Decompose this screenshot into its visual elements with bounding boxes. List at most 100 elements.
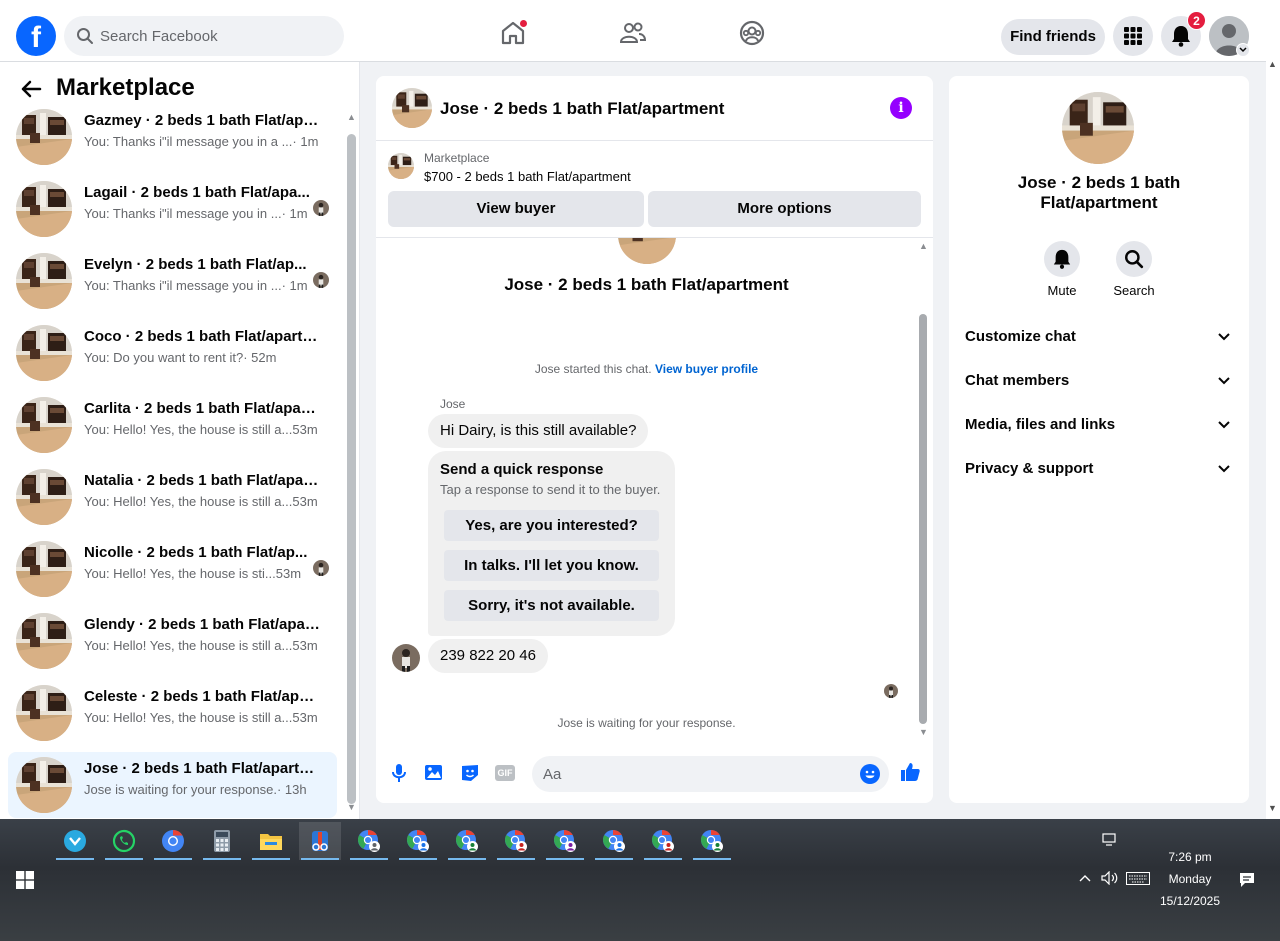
info-icon[interactable]: i — [890, 97, 912, 119]
conversation-item[interactable]: Gazmey · 2 beds 1 bath Flat/apa... You: T… — [8, 104, 337, 170]
page-scroll-down-arrow[interactable]: ▼ — [1268, 803, 1277, 813]
customize-chat-section[interactable]: Customize chat — [965, 326, 1233, 350]
find-friends-button[interactable]: Find friends — [1001, 19, 1105, 55]
taskbar-app[interactable] — [152, 822, 194, 860]
facebook-logo[interactable]: f — [16, 16, 56, 56]
conversation-list-scrollbar[interactable] — [347, 134, 356, 804]
taskbar-app[interactable] — [691, 822, 733, 860]
chat-members-section[interactable]: Chat members — [965, 370, 1233, 394]
view-buyer-button[interactable]: View buyer — [388, 191, 644, 227]
view-buyer-profile-link[interactable]: View buyer profile — [655, 362, 758, 376]
thread-scroll-up-arrow[interactable]: ▲ — [919, 241, 928, 251]
conversation-time: 53m — [292, 494, 318, 509]
conversation-item[interactable]: Coco · 2 beds 1 bath Flat/apartm... You: … — [8, 320, 337, 386]
privacy-support-section[interactable]: Privacy & support — [965, 458, 1233, 482]
chat-title[interactable]: Jose · 2 beds 1 bath Flat/apartment — [440, 99, 724, 119]
taskbar-app[interactable] — [446, 822, 488, 860]
thread-scrollbar[interactable] — [919, 314, 927, 724]
listing-source-label: Marketplace — [424, 151, 490, 165]
search-input[interactable] — [100, 16, 330, 56]
emoji-icon[interactable] — [860, 764, 880, 784]
conversation-thumbnail — [16, 613, 72, 669]
marketplace-conversations-panel: Marketplace Gazmey · 2 beds 1 bath Flat/… — [0, 62, 360, 819]
conversation-item[interactable]: Glendy · 2 beds 1 bath Flat/apart... You:… — [8, 608, 337, 674]
action-center-icon[interactable] — [1239, 872, 1255, 888]
taskbar-app[interactable] — [54, 822, 96, 860]
bell-icon — [1172, 26, 1190, 47]
details-listing-avatar[interactable] — [1062, 92, 1134, 164]
page-scroll-up-arrow[interactable]: ▲ — [1268, 59, 1277, 69]
conversation-subtitle: You: Thanks i"il message you in ... · 1m — [84, 278, 324, 293]
conversation-item[interactable]: Carlita · 2 beds 1 bath Flat/apart... You… — [8, 392, 337, 458]
conversation-item[interactable]: Nicolle · 2 beds 1 bath Flat/ap... You: H… — [8, 536, 337, 602]
running-indicator — [350, 858, 388, 860]
chevron-up-icon[interactable] — [1079, 874, 1091, 882]
list-scroll-up-arrow[interactable]: ▲ — [347, 112, 356, 122]
page-scrollbar[interactable] — [1266, 0, 1280, 819]
conversation-item[interactable]: Lagail · 2 beds 1 bath Flat/apa... You: T… — [8, 176, 337, 242]
back-arrow-icon[interactable] — [20, 78, 42, 100]
conversation-subtitle: You: Thanks i"il message you in a ... · … — [84, 134, 324, 149]
message-input[interactable] — [543, 756, 843, 792]
conversation-subtitle: You: Hello! Yes, the house is still a...… — [84, 422, 324, 437]
volume-icon[interactable] — [1101, 871, 1119, 885]
list-scroll-down-arrow[interactable]: ▼ — [347, 802, 356, 812]
conversation-item[interactable]: Celeste · 2 beds 1 bath Flat/apar... You:… — [8, 680, 337, 746]
message-input-container[interactable] — [532, 756, 889, 792]
conversation-thumbnail — [16, 181, 72, 237]
conversation-preview: You: Hello! Yes, the house is still a... — [84, 710, 293, 725]
taskbar-app[interactable] — [642, 822, 684, 860]
clock-time[interactable]: 7:26 pm — [1140, 850, 1240, 864]
taskbar-app[interactable] — [495, 822, 537, 860]
friends-tab[interactable] — [618, 18, 648, 48]
taskbar-app[interactable] — [299, 822, 341, 860]
chevron-down-icon — [1239, 47, 1247, 53]
taskbar-app[interactable] — [593, 822, 635, 860]
account-menu-chevron[interactable] — [1236, 43, 1250, 57]
taskbar-app[interactable] — [544, 822, 586, 860]
running-indicator — [497, 858, 535, 860]
listing-avatar[interactable] — [392, 88, 432, 128]
clock-day[interactable]: Monday — [1140, 872, 1240, 886]
media-files-links-section[interactable]: Media, files and links — [965, 414, 1233, 438]
menu-button[interactable] — [1113, 16, 1153, 56]
top-navigation-bar: f Find friends 2 — [0, 0, 1266, 62]
microphone-icon[interactable] — [388, 762, 410, 784]
conversation-item[interactable]: Evelyn · 2 beds 1 bath Flat/ap... You: Th… — [8, 248, 337, 314]
message-bubble[interactable]: Hi Dairy, is this still available? — [428, 414, 649, 448]
listing-summary: Marketplace $700 - 2 beds 1 bath Flat/ap… — [376, 142, 933, 238]
taskbar-app[interactable] — [201, 822, 243, 860]
gif-icon[interactable]: GIF — [495, 762, 517, 784]
conversation-subtitle: You: Hello! Yes, the house is still a...… — [84, 638, 324, 653]
conversation-item[interactable]: Jose · 2 beds 1 bath Flat/apartm... Jose … — [8, 752, 337, 818]
thumbs-up-icon[interactable] — [899, 761, 921, 783]
sticker-icon[interactable] — [459, 762, 481, 784]
taskbar-app[interactable] — [348, 822, 390, 860]
more-options-button[interactable]: More options — [648, 191, 921, 227]
listing-price-title[interactable]: $700 - 2 beds 1 bath Flat/apartment — [424, 169, 631, 184]
quick-reply-button[interactable]: In talks. I'll let you know. — [444, 550, 659, 581]
mute-button[interactable] — [1044, 241, 1080, 277]
search-box[interactable] — [64, 16, 344, 56]
search-in-chat-button[interactable] — [1116, 241, 1152, 277]
taskbar-app[interactable] — [397, 822, 439, 860]
network-icon[interactable] — [1102, 833, 1118, 847]
search-action[interactable]: Search — [1104, 241, 1164, 298]
message-bubble[interactable]: 239 822 20 46 — [428, 639, 548, 673]
conversation-preview: You: Thanks i"il message you in ... — [84, 278, 282, 293]
taskbar-app[interactable] — [250, 822, 292, 860]
running-indicator — [595, 858, 633, 860]
running-indicator — [693, 858, 731, 860]
mute-action[interactable]: Mute — [1032, 241, 1092, 298]
thread-scroll-down-arrow[interactable]: ▼ — [919, 727, 928, 737]
quick-reply-button[interactable]: Yes, are you interested? — [444, 510, 659, 541]
home-tab[interactable] — [498, 18, 528, 48]
sender-avatar[interactable] — [392, 644, 420, 672]
clock-date[interactable]: 15/12/2025 — [1140, 894, 1240, 908]
windows-start-icon[interactable] — [16, 871, 34, 889]
groups-tab[interactable] — [737, 18, 767, 48]
conversation-item[interactable]: Natalia · 2 beds 1 bath Flat/apar... You:… — [8, 464, 337, 530]
taskbar-app[interactable] — [103, 822, 145, 860]
quick-reply-button[interactable]: Sorry, it's not available. — [444, 590, 659, 621]
photo-icon[interactable] — [423, 762, 445, 784]
